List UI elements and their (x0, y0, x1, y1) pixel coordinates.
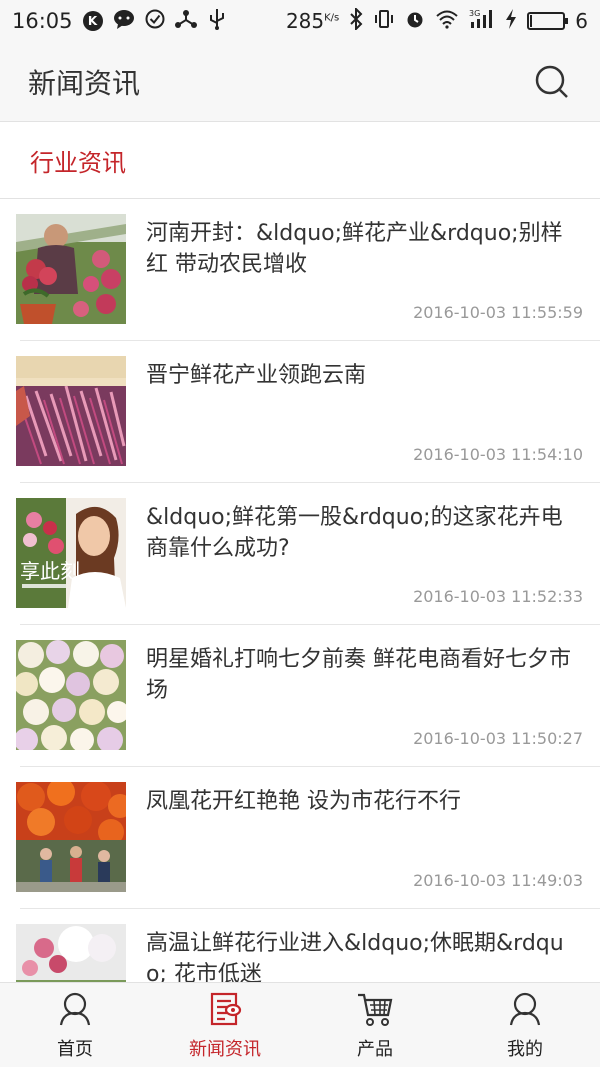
news-thumbnail (16, 782, 126, 892)
news-time: 2016-10-03 11:49:03 (413, 871, 583, 890)
speed-value: 285 (285, 9, 325, 33)
nav-item-news[interactable]: 新闻资讯 (150, 983, 300, 1067)
news-thumbnail (16, 924, 126, 982)
news-time: 2016-10-03 11:54:10 (413, 445, 583, 464)
alarm-icon (405, 9, 425, 33)
news-thumbnail (16, 640, 126, 750)
chat-icon (113, 9, 135, 33)
thumb-overlay-text: 享此刻 (20, 559, 80, 583)
status-time: 16:05 (12, 9, 73, 33)
nav-item-mine[interactable]: 我的 (450, 983, 600, 1067)
news-title[interactable]: 晋宁鲜花产业领跑云南 (146, 356, 584, 391)
news-body: 高温让鲜花行业进入&ldquo;休眠期&rdquo; 花市低迷 (146, 924, 584, 982)
usb-icon (207, 8, 227, 34)
news-time: 2016-10-03 11:52:33 (413, 587, 583, 606)
share-node-icon (174, 9, 197, 33)
nav-item-home[interactable]: 首页 (0, 983, 150, 1067)
news-item[interactable]: 享此刻 &ldquo;鲜花第一股&rdquo;的这家花卉电商靠什么成功? 201… (0, 483, 600, 625)
network-type: 3G (469, 9, 480, 18)
news-thumbnail: 享此刻 (16, 498, 126, 608)
nav-label: 我的 (507, 1039, 543, 1060)
battery-fill (530, 15, 533, 27)
search-button[interactable] (532, 62, 572, 102)
news-item[interactable]: 凤凰花开红艳艳 设为市花行不行 2016-10-03 11:49:03 (0, 767, 600, 909)
nav-item-products[interactable]: 产品 (300, 983, 450, 1067)
news-body: &ldquo;鲜花第一股&rdquo;的这家花卉电商靠什么成功? 2016-10… (146, 498, 584, 608)
network-speed: 285K/s (286, 9, 339, 33)
news-body: 晋宁鲜花产业领跑云南 2016-10-03 11:54:10 (146, 356, 584, 466)
news-list[interactable]: 河南开封：&ldquo;鲜花产业&rdquo;别样红 带动农民增收 2016-1… (0, 199, 600, 982)
k-app-icon: K (82, 11, 103, 31)
vibrate-icon (373, 9, 395, 33)
news-body: 凤凰花开红艳艳 设为市花行不行 2016-10-03 11:49:03 (146, 782, 584, 892)
news-title[interactable]: 河南开封：&ldquo;鲜花产业&rdquo;别样红 带动农民增收 (146, 214, 584, 280)
status-right: 285K/s 3G 6 (286, 6, 588, 34)
page-title: 新闻资讯 (28, 66, 141, 100)
news-icon (205, 989, 245, 1029)
user-icon (55, 989, 95, 1029)
news-body: 明星婚礼打响七夕前奏 鲜花电商看好七夕市场 2016-10-03 11:50:2… (146, 640, 584, 750)
check-circle-icon (145, 9, 165, 33)
news-title[interactable]: 明星婚礼打响七夕前奏 鲜花电商看好七夕市场 (146, 640, 584, 706)
cart-icon (355, 989, 395, 1029)
signal-icon: 3G (469, 8, 495, 34)
news-item[interactable]: 河南开封：&ldquo;鲜花产业&rdquo;别样红 带动农民增收 2016-1… (0, 199, 600, 341)
bluetooth-icon (349, 6, 363, 34)
app-header: 新闻资讯 (0, 42, 600, 122)
news-body: 河南开封：&ldquo;鲜花产业&rdquo;别样红 带动农民增收 2016-1… (146, 214, 584, 324)
battery-level: 6 (575, 9, 588, 33)
news-item[interactable]: 高温让鲜花行业进入&ldquo;休眠期&rdquo; 花市低迷 (0, 909, 600, 982)
bottom-nav: 首页 新闻资讯 产品 我的 (0, 982, 600, 1067)
news-title[interactable]: &ldquo;鲜花第一股&rdquo;的这家花卉电商靠什么成功? (146, 498, 584, 564)
news-thumbnail (16, 214, 126, 324)
speed-unit: K/s (324, 12, 340, 24)
news-time: 2016-10-03 11:55:59 (413, 303, 583, 322)
profile-icon (505, 989, 545, 1029)
nav-label: 新闻资讯 (189, 1039, 261, 1060)
charging-icon (505, 9, 517, 33)
battery-icon (527, 12, 569, 30)
section-header: 行业资讯 (0, 122, 600, 199)
news-item[interactable]: 明星婚礼打响七夕前奏 鲜花电商看好七夕市场 2016-10-03 11:50:2… (0, 625, 600, 767)
wifi-icon (435, 9, 459, 33)
news-thumbnail (16, 356, 126, 466)
status-left: 16:05 K (12, 8, 227, 34)
status-bar: 16:05 K 285K/s 3G 6 (0, 0, 600, 42)
section-title[interactable]: 行业资讯 (30, 143, 126, 178)
news-title[interactable]: 凤凰花开红艳艳 设为市花行不行 (146, 782, 584, 817)
search-icon (535, 65, 568, 98)
nav-label: 产品 (357, 1039, 393, 1060)
news-time: 2016-10-03 11:50:27 (413, 729, 583, 748)
news-title[interactable]: 高温让鲜花行业进入&ldquo;休眠期&rdquo; 花市低迷 (146, 924, 584, 982)
nav-label: 首页 (57, 1039, 93, 1060)
news-item[interactable]: 晋宁鲜花产业领跑云南 2016-10-03 11:54:10 (0, 341, 600, 483)
